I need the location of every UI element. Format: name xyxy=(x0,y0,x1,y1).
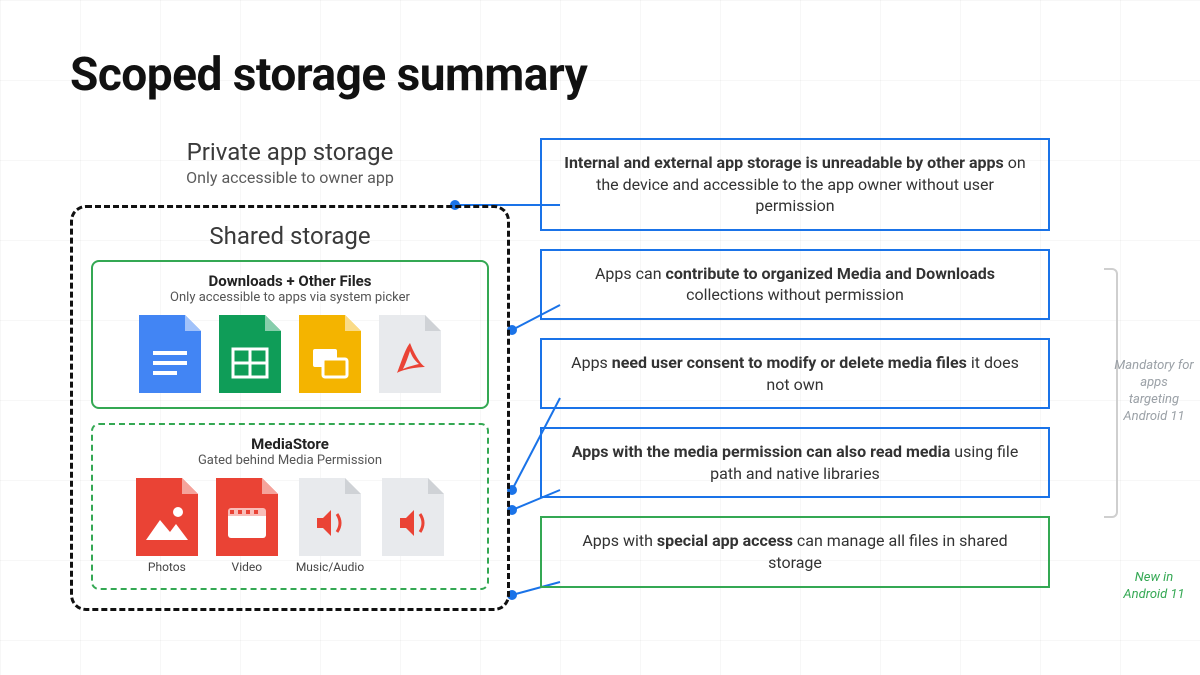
photo-file-icon xyxy=(136,478,198,556)
info-box-3: Apps need user consent to modify or dele… xyxy=(540,338,1050,409)
downloads-box: Downloads + Other Files Only accessible … xyxy=(91,260,489,409)
shared-storage-box: Shared storage Downloads + Other Files O… xyxy=(70,205,510,611)
pdf-file-icon xyxy=(379,315,441,393)
mediastore-subtitle: Gated behind Media Permission xyxy=(105,453,475,468)
audio-file-icon-2 xyxy=(382,478,444,556)
left-column: Private app storage Only accessible to o… xyxy=(70,138,510,611)
private-storage-block: Private app storage Only accessible to o… xyxy=(70,138,510,187)
music-label: Music/Audio xyxy=(296,560,364,574)
info-box-2: Apps can contribute to organized Media a… xyxy=(540,249,1050,320)
audio-file-icon xyxy=(299,478,361,556)
mediastore-box: MediaStore Gated behind Media Permission… xyxy=(91,423,489,590)
mediastore-heading: MediaStore xyxy=(105,435,475,453)
shared-storage-title: Shared storage xyxy=(91,222,489,250)
info-box-1: Internal and external app storage is unr… xyxy=(540,138,1050,231)
right-column: Internal and external app storage is unr… xyxy=(540,138,1050,588)
photos-label: Photos xyxy=(148,560,186,574)
sheets-file-icon xyxy=(219,315,281,393)
video-label: Video xyxy=(232,560,263,574)
downloads-heading: Downloads + Other Files xyxy=(105,272,475,290)
docs-file-icon xyxy=(139,315,201,393)
private-storage-title: Private app storage xyxy=(70,138,510,166)
downloads-subtitle: Only accessible to apps via system picke… xyxy=(105,290,475,305)
private-storage-subtitle: Only accessible to owner app xyxy=(70,168,510,187)
info-box-4: Apps with the media permission can also … xyxy=(540,427,1050,498)
page-title: Scoped storage summary xyxy=(70,48,1130,102)
video-file-icon xyxy=(216,478,278,556)
info-box-5: Apps with special app access can manage … xyxy=(540,516,1050,587)
slides-file-icon xyxy=(299,315,361,393)
